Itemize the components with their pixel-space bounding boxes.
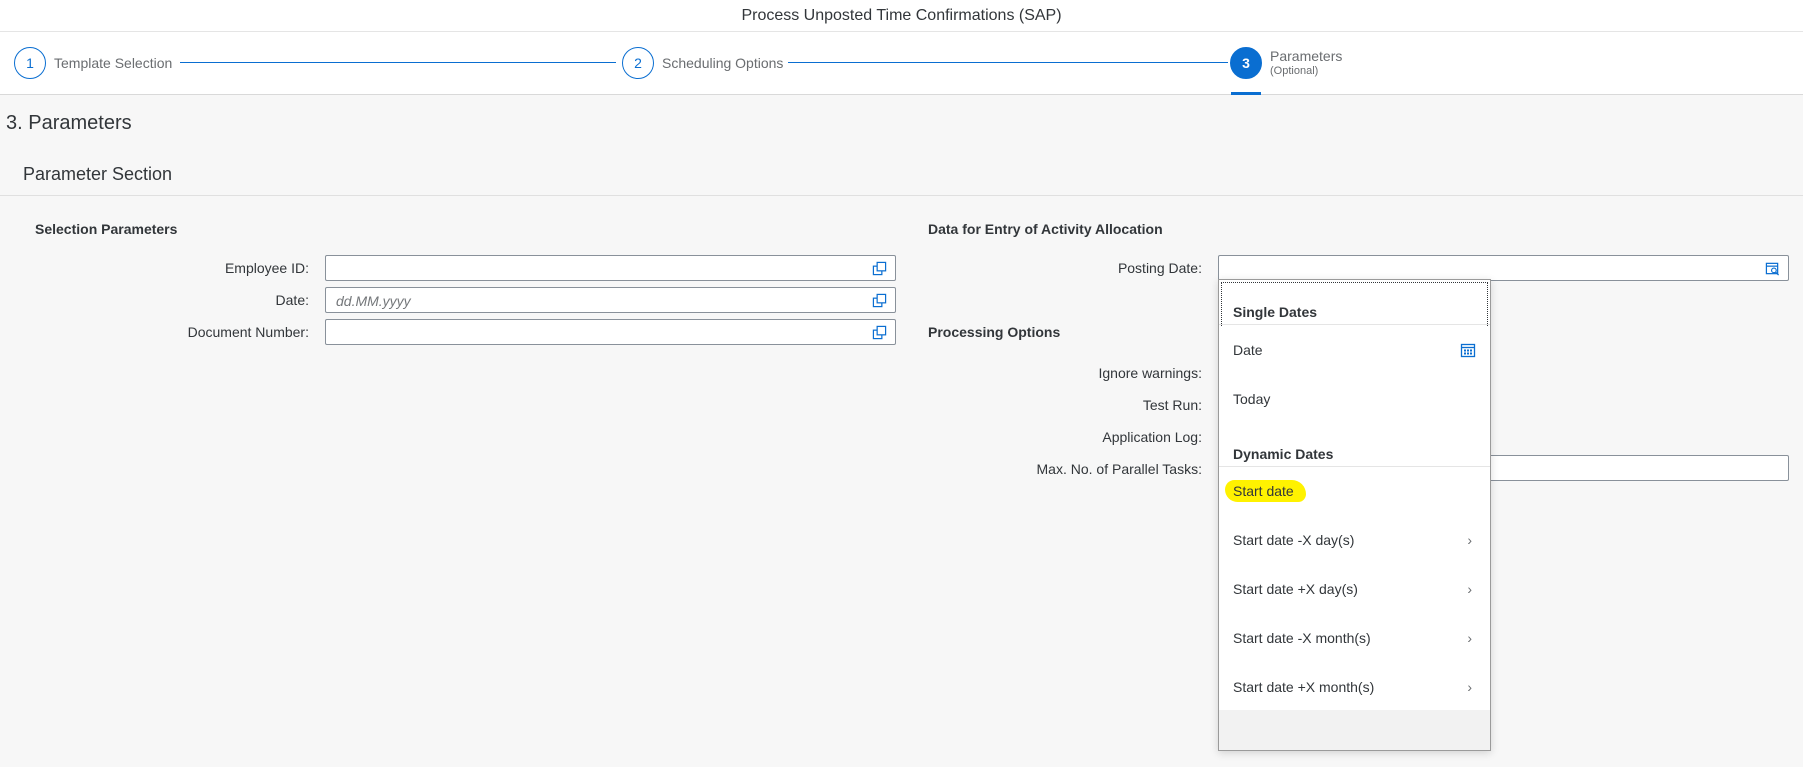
window-title: Process Unposted Time Confirmations (SAP… [0, 0, 1803, 32]
value-help-icon[interactable] [872, 293, 887, 308]
chevron-right-icon: › [1467, 581, 1472, 597]
option-label: Today [1233, 391, 1271, 407]
option-label: Date [1233, 342, 1263, 358]
step-connector [180, 62, 616, 63]
wizard-step-parameters[interactable]: 3 Parameters (Optional) [1230, 46, 1342, 80]
option-label: Start date +X day(s) [1233, 581, 1358, 597]
employee-id-input[interactable] [325, 255, 896, 281]
step-number: 3 [1230, 47, 1262, 79]
chevron-right-icon: › [1467, 532, 1472, 548]
selection-parameters-title: Selection Parameters [35, 221, 178, 237]
option-start-date[interactable]: Start date [1219, 471, 1490, 511]
calendar-search-icon[interactable] [1765, 261, 1780, 276]
step-label: Template Selection [54, 55, 173, 71]
processing-options-title: Processing Options [928, 324, 1061, 340]
posting-date-input[interactable] [1218, 255, 1789, 281]
calendar-icon[interactable] [1460, 342, 1476, 358]
parallel-tasks-label: Max. No. of Parallel Tasks: [1036, 461, 1202, 477]
option-label: Start date [1225, 480, 1306, 502]
chevron-right-icon: › [1467, 679, 1472, 695]
date-options-popover: Single Dates Date Today Dynamic Dates St… [1218, 279, 1491, 751]
value-help-icon[interactable] [872, 261, 887, 276]
active-step-indicator [1231, 92, 1261, 95]
test-run-label: Test Run: [1142, 397, 1202, 413]
single-dates-title: Single Dates [1233, 304, 1318, 320]
option-start-date-minus-months[interactable]: Start date -X month(s) › [1219, 618, 1490, 658]
posting-date-label: Posting Date: [1117, 260, 1202, 276]
wizard-progress: 1 Template Selection 2 Scheduling Option… [0, 32, 1803, 95]
step-label: Scheduling Options [662, 55, 784, 71]
wizard-step-scheduling-options[interactable]: 2 Scheduling Options [622, 46, 783, 80]
option-label: Start date +X month(s) [1233, 679, 1375, 695]
ignore-warnings-label: Ignore warnings: [1098, 365, 1202, 381]
step-connector [788, 62, 1228, 63]
activity-allocation-title: Data for Entry of Activity Allocation [928, 221, 1163, 237]
application-log-label: Application Log: [1102, 429, 1202, 445]
option-start-date-plus-days[interactable]: Start date +X day(s) › [1219, 569, 1490, 609]
dynamic-dates-title: Dynamic Dates [1233, 446, 1334, 462]
wizard-step-template-selection[interactable]: 1 Template Selection [14, 46, 172, 80]
page-title: 3. Parameters [6, 112, 132, 134]
chevron-right-icon: › [1467, 630, 1472, 646]
step-label-text: Parameters [1270, 47, 1343, 64]
option-start-date-plus-months[interactable]: Start date +X month(s) › [1219, 667, 1490, 707]
option-label: Start date -X month(s) [1233, 630, 1371, 646]
value-help-icon[interactable] [872, 325, 887, 340]
step-number: 2 [622, 47, 654, 79]
step-number: 1 [14, 47, 46, 79]
document-number-label: Document Number: [187, 324, 309, 340]
section-title: Parameter Section [23, 164, 173, 184]
employee-id-label: Employee ID: [224, 260, 309, 276]
option-today[interactable]: Today [1219, 379, 1490, 419]
option-date[interactable]: Date [1219, 330, 1490, 370]
document-number-input[interactable] [325, 319, 896, 345]
step-label: Parameters (Optional) [1270, 49, 1342, 78]
popover-divider [1219, 466, 1490, 467]
date-label: Date: [275, 292, 309, 308]
date-input[interactable]: dd.MM.yyyy [325, 287, 896, 313]
option-start-date-minus-days[interactable]: Start date -X day(s) › [1219, 520, 1490, 560]
popover-footer [1219, 710, 1490, 750]
step-sublabel: (Optional) [1270, 64, 1319, 77]
date-placeholder: dd.MM.yyyy [336, 293, 411, 309]
option-label: Start date -X day(s) [1233, 532, 1355, 548]
section-divider [0, 195, 1803, 196]
popover-divider [1219, 324, 1490, 325]
